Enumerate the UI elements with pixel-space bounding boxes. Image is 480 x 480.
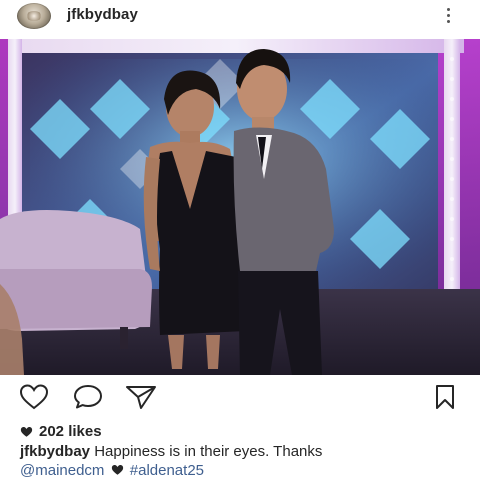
post-photo[interactable] bbox=[0, 39, 480, 375]
paper-plane-icon bbox=[126, 386, 156, 409]
post-caption: jfkbydbay Happiness is in their eyes. Th… bbox=[20, 442, 470, 480]
share-button[interactable] bbox=[124, 384, 158, 410]
likes-count-label: 202 likes bbox=[39, 423, 102, 440]
caption-text: Happiness is in their eyes. Thanks bbox=[94, 443, 323, 460]
speech-bubble-icon bbox=[74, 385, 102, 409]
post-header: jfkbydbay bbox=[0, 0, 480, 40]
action-bar bbox=[0, 378, 480, 414]
comment-button[interactable] bbox=[71, 384, 105, 410]
photo-image bbox=[0, 39, 480, 375]
vertical-ellipsis-icon bbox=[446, 7, 450, 11]
heart-outline-icon bbox=[19, 384, 49, 410]
bookmark-icon bbox=[436, 385, 454, 409]
likes-count[interactable]: 202 likes bbox=[20, 423, 102, 440]
post-username[interactable]: jfkbydbay bbox=[67, 6, 138, 23]
profile-avatar[interactable] bbox=[17, 3, 51, 29]
heart-filled-icon bbox=[111, 465, 123, 475]
like-button[interactable] bbox=[17, 384, 51, 410]
caption-username[interactable]: jfkbydbay bbox=[20, 443, 90, 460]
save-button[interactable] bbox=[428, 384, 462, 410]
caption-hashtag-link[interactable]: #aldenat25 bbox=[130, 462, 204, 479]
heart-filled-icon bbox=[20, 426, 33, 437]
more-options-button[interactable] bbox=[438, 2, 458, 28]
caption-mention-link[interactable]: @mainedcm bbox=[20, 462, 104, 479]
